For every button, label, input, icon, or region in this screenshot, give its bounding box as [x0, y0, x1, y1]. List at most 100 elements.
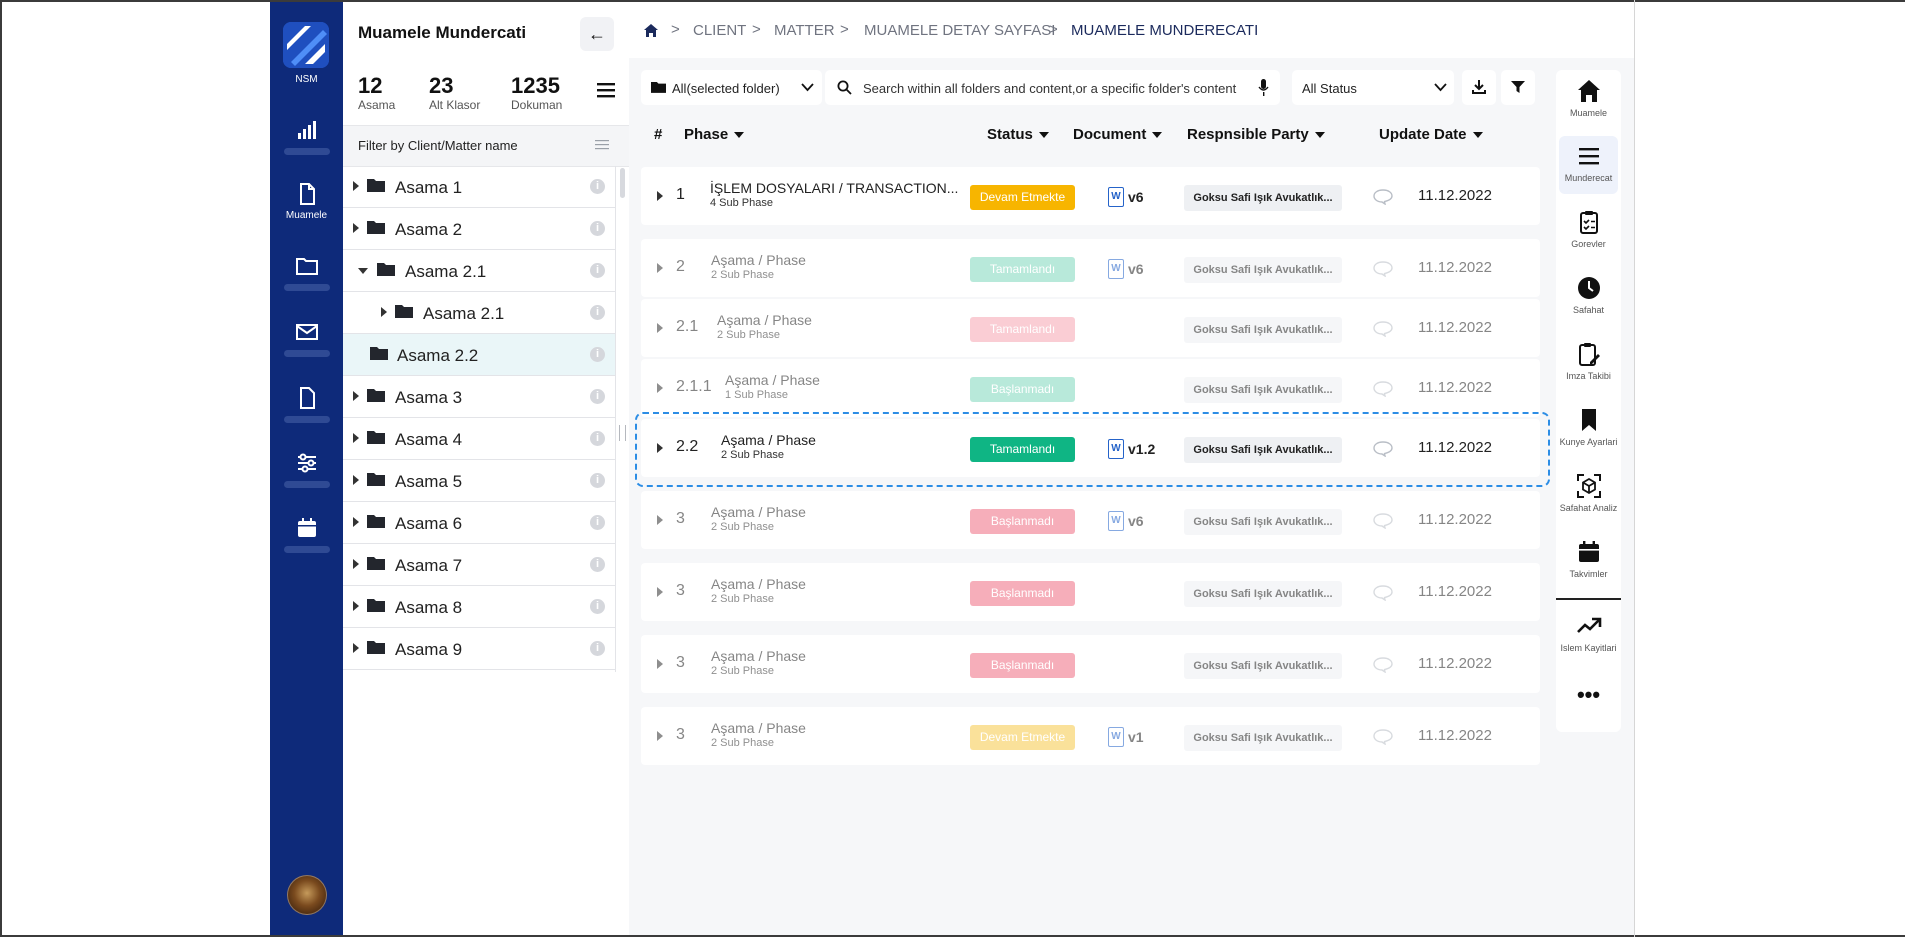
- rt-item-safahat-analiz[interactable]: Safahat Analiz: [1556, 473, 1621, 513]
- table-row[interactable]: 1 İŞLEM DOSYALARI / TRANSACTION... 4 Sub…: [641, 167, 1540, 225]
- nsm-logo[interactable]: [283, 22, 329, 68]
- comment-icon[interactable]: [1373, 381, 1393, 397]
- caret-right-icon[interactable]: [657, 443, 663, 453]
- caret-right-icon[interactable]: [353, 181, 359, 191]
- tree-item[interactable]: Asama 3 i: [343, 376, 615, 418]
- comment-icon[interactable]: [1373, 441, 1393, 457]
- caret-right-icon[interactable]: [657, 731, 663, 741]
- info-icon[interactable]: i: [590, 347, 605, 362]
- tree-item[interactable]: Asama 8 i: [343, 586, 615, 628]
- folder-select[interactable]: All(selected folder): [641, 70, 822, 105]
- status-badge[interactable]: Tamamlandı: [970, 317, 1075, 342]
- rt-item-munderecat[interactable]: Munderecat: [1559, 136, 1618, 194]
- document-version[interactable]: Wv6: [1108, 187, 1144, 207]
- tree-item[interactable]: Asama 6 i: [343, 502, 615, 544]
- breadcrumb-muamele-detay[interactable]: MUAMELE DETAY SAYFASI: [864, 22, 1055, 39]
- caret-right-icon[interactable]: [353, 433, 359, 443]
- info-icon[interactable]: i: [590, 389, 605, 404]
- comment-icon[interactable]: [1373, 585, 1393, 601]
- hamburger-menu-icon[interactable]: [595, 80, 617, 100]
- info-icon[interactable]: i: [590, 305, 605, 320]
- table-row[interactable]: 3 Aşama / Phase 2 Sub Phase Devam Etmekt…: [641, 707, 1540, 765]
- caret-right-icon[interactable]: [353, 475, 359, 485]
- caret-right-icon[interactable]: [657, 383, 663, 393]
- responsible-party[interactable]: Goksu Safi Işık Avukatlık...: [1184, 437, 1342, 463]
- table-row[interactable]: 3 Aşama / Phase 2 Sub Phase Başlanmadı W…: [641, 491, 1540, 549]
- responsible-party[interactable]: Goksu Safi Işık Avukatlık...: [1184, 581, 1342, 607]
- collapse-panel-button[interactable]: ←: [580, 17, 614, 51]
- document-version[interactable]: Wv1: [1108, 727, 1144, 747]
- tree-item[interactable]: Asama 1 i: [343, 166, 615, 208]
- caret-right-icon[interactable]: [353, 517, 359, 527]
- caret-right-icon[interactable]: [353, 223, 359, 233]
- user-avatar[interactable]: [287, 875, 327, 915]
- caret-right-icon[interactable]: [381, 307, 387, 317]
- caret-right-icon[interactable]: [657, 587, 663, 597]
- status-badge[interactable]: Başlanmadı: [970, 653, 1075, 678]
- rail-item-mail[interactable]: [270, 320, 343, 357]
- tree-item[interactable]: Asama 5 i: [343, 460, 615, 502]
- status-badge[interactable]: Başlanmadı: [970, 581, 1075, 606]
- download-button[interactable]: [1462, 70, 1496, 105]
- comment-icon[interactable]: [1373, 321, 1393, 337]
- tree-item[interactable]: Asama 2.1 i: [343, 292, 615, 334]
- caret-right-icon[interactable]: [657, 515, 663, 525]
- caret-right-icon[interactable]: [657, 191, 663, 201]
- caret-right-icon[interactable]: [657, 263, 663, 273]
- caret-right-icon[interactable]: [657, 323, 663, 333]
- column-phase[interactable]: Phase: [684, 126, 745, 143]
- responsible-party[interactable]: Goksu Safi Işık Avukatlık...: [1184, 257, 1342, 283]
- info-icon[interactable]: i: [590, 221, 605, 236]
- tree-item-selected[interactable]: Asama 2.2 i: [343, 334, 615, 376]
- status-badge[interactable]: Tamamlandı: [970, 437, 1075, 462]
- tree-item[interactable]: Asama 9 i: [343, 628, 615, 670]
- home-icon[interactable]: [643, 23, 659, 38]
- comment-icon[interactable]: [1373, 513, 1393, 529]
- comment-icon[interactable]: [1373, 729, 1393, 745]
- rail-item-files[interactable]: [270, 386, 343, 423]
- column-party[interactable]: Respnsible Party: [1187, 126, 1325, 143]
- caret-right-icon[interactable]: [353, 601, 359, 611]
- rail-item-calendar[interactable]: [270, 516, 343, 553]
- status-badge[interactable]: Başlanmadı: [970, 377, 1075, 402]
- responsible-party[interactable]: Goksu Safi Işık Avukatlık...: [1184, 185, 1342, 211]
- caret-right-icon[interactable]: [353, 391, 359, 401]
- status-badge[interactable]: Başlanmadı: [970, 509, 1075, 534]
- table-row[interactable]: 2.1.1 Aşama / Phase 1 Sub Phase Başlanma…: [641, 359, 1540, 417]
- table-row[interactable]: 3 Aşama / Phase 2 Sub Phase Başlanmadı G…: [641, 563, 1540, 621]
- table-row[interactable]: 2.1 Aşama / Phase 2 Sub Phase Tamamlandı…: [641, 299, 1540, 357]
- search-input[interactable]: Search within all folders and content,or…: [825, 70, 1280, 105]
- caret-right-icon[interactable]: [353, 643, 359, 653]
- microphone-icon[interactable]: [1258, 79, 1269, 96]
- tree-item[interactable]: Asama 4 i: [343, 418, 615, 460]
- client-matter-filter[interactable]: Filter by Client/Matter name: [343, 125, 629, 167]
- comment-icon[interactable]: [1373, 261, 1393, 277]
- caret-right-icon[interactable]: [657, 659, 663, 669]
- responsible-party[interactable]: Goksu Safi Işık Avukatlık...: [1184, 377, 1342, 403]
- breadcrumb-matter[interactable]: MATTER: [774, 22, 835, 39]
- rail-item-settings[interactable]: [270, 451, 343, 488]
- info-icon[interactable]: i: [590, 473, 605, 488]
- info-icon[interactable]: i: [590, 263, 605, 278]
- rt-item-imza-takibi[interactable]: Imza Takibi: [1556, 341, 1621, 381]
- caret-down-icon[interactable]: [358, 268, 368, 274]
- comment-icon[interactable]: [1373, 657, 1393, 673]
- more-options-icon[interactable]: •••: [1556, 684, 1621, 706]
- document-version[interactable]: Wv6: [1108, 511, 1144, 531]
- responsible-party[interactable]: Goksu Safi Işık Avukatlık...: [1184, 317, 1342, 343]
- rt-item-gorevler[interactable]: Gorevler: [1556, 209, 1621, 249]
- info-icon[interactable]: i: [590, 179, 605, 194]
- responsible-party[interactable]: Goksu Safi Işık Avukatlık...: [1184, 653, 1342, 679]
- filter-button[interactable]: [1501, 70, 1535, 105]
- table-row[interactable]: 3 Aşama / Phase 2 Sub Phase Başlanmadı G…: [641, 635, 1540, 693]
- responsible-party[interactable]: Goksu Safi Işık Avukatlık...: [1184, 509, 1342, 535]
- column-date[interactable]: Update Date: [1379, 126, 1483, 143]
- rt-item-muamele[interactable]: Muamele: [1556, 78, 1621, 118]
- table-row-selected[interactable]: 2.2 Aşama / Phase 2 Sub Phase Tamamlandı…: [641, 419, 1540, 477]
- info-icon[interactable]: i: [590, 641, 605, 656]
- document-version[interactable]: Wv6: [1108, 259, 1144, 279]
- status-select[interactable]: All Status: [1292, 70, 1454, 105]
- status-badge[interactable]: Tamamlandı: [970, 257, 1075, 282]
- info-icon[interactable]: i: [590, 515, 605, 530]
- rail-item-muamele[interactable]: Muamele: [270, 182, 343, 221]
